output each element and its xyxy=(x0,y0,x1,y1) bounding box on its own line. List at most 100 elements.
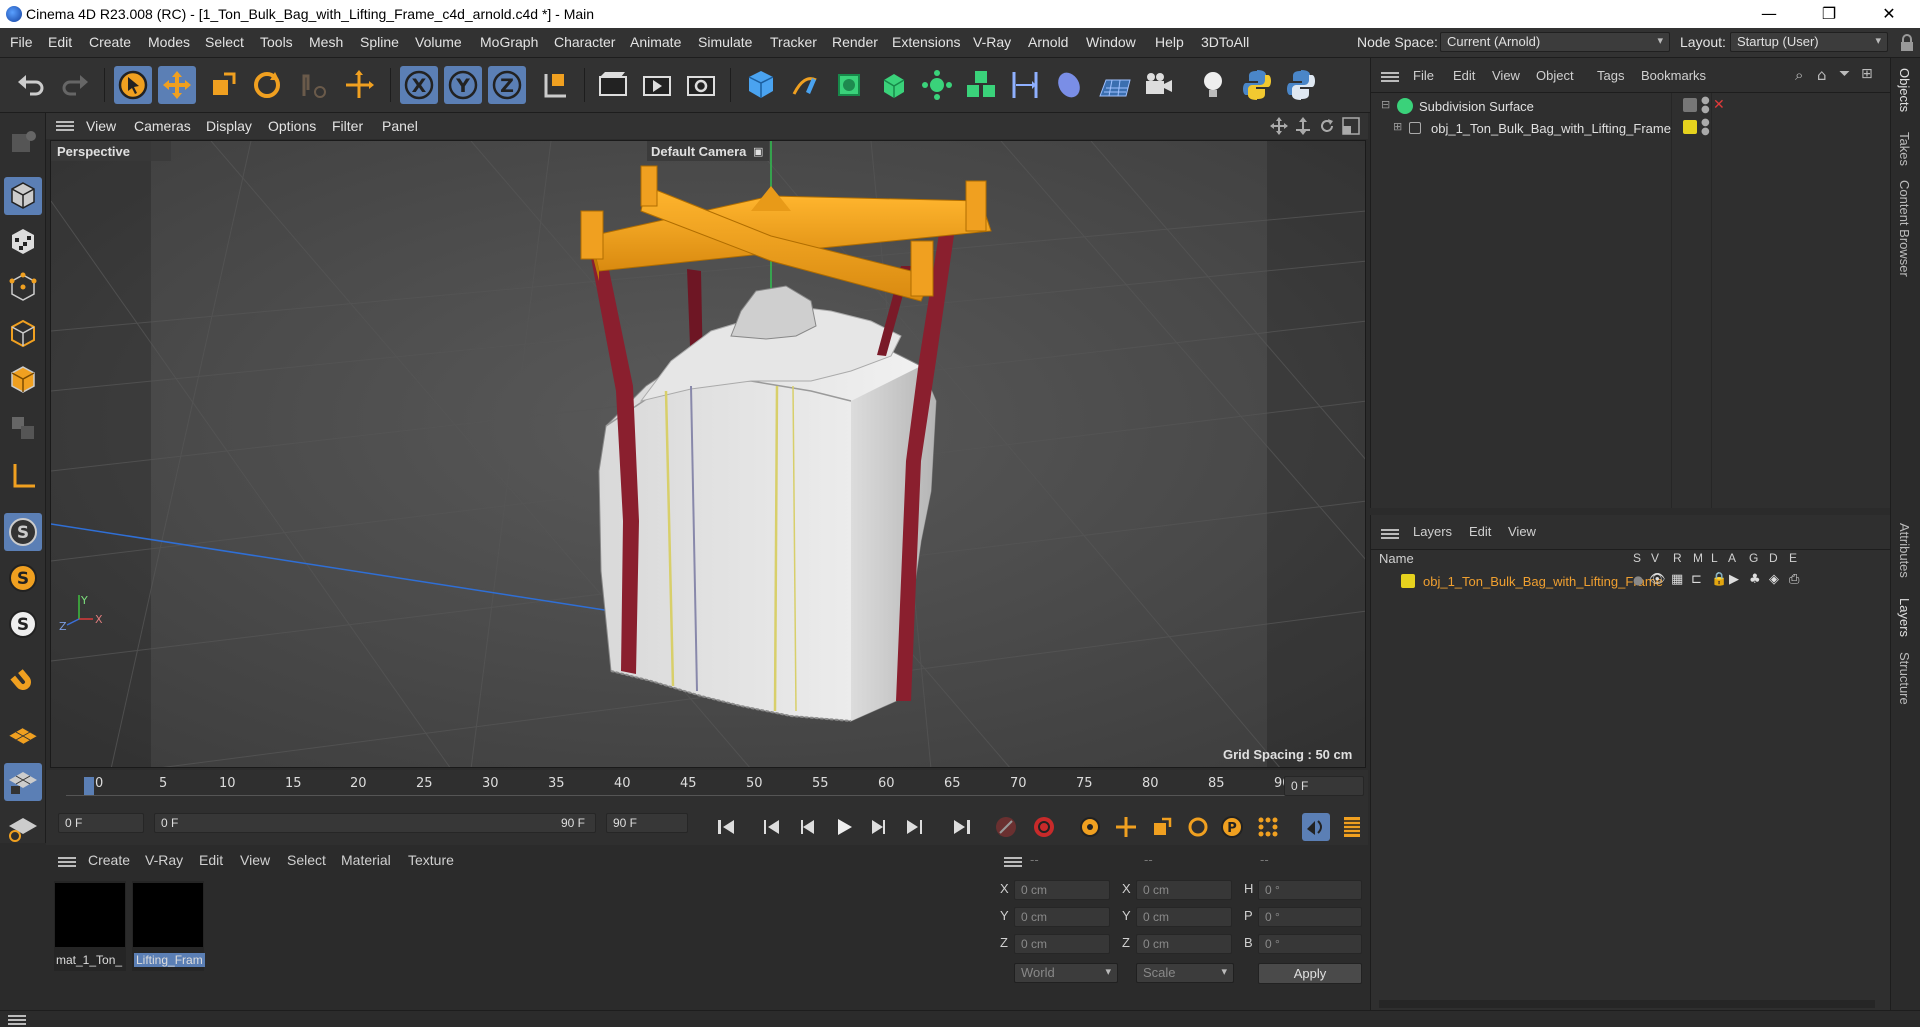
tree-row[interactable]: ⊞ obj_1_Ton_Bulk_Bag_with_Lifting_Frame … xyxy=(1375,118,1889,140)
render-view-icon[interactable] xyxy=(594,66,632,104)
key-position-icon[interactable] xyxy=(1112,813,1140,841)
position-x-field[interactable]: 0 cm xyxy=(1014,880,1110,900)
active-camera-label[interactable]: Default Camera xyxy=(651,144,746,159)
viewport-menu-icon[interactable] xyxy=(56,119,74,133)
extrude-icon[interactable] xyxy=(874,66,912,104)
rotation-p-field[interactable]: 0 ° xyxy=(1258,907,1362,927)
workplane-rotate-icon[interactable] xyxy=(4,809,42,847)
layout-lock-icon[interactable] xyxy=(1898,34,1916,52)
layer-color-tag[interactable] xyxy=(1683,120,1697,134)
material-menu-vray[interactable]: V-Ray xyxy=(145,852,183,868)
edges-mode-icon[interactable] xyxy=(4,315,42,353)
object-menu-view[interactable]: View xyxy=(1492,68,1520,83)
minimize-button[interactable]: — xyxy=(1746,2,1792,26)
pan-view-icon[interactable] xyxy=(1270,117,1288,135)
viewport-menu-panel[interactable]: Panel xyxy=(382,118,418,134)
tab-content-browser[interactable]: Content Browser xyxy=(1897,180,1912,277)
layer-menu-view[interactable]: View xyxy=(1508,524,1536,539)
animation-flag-icon[interactable]: ▶ xyxy=(1729,572,1739,587)
zoom-view-icon[interactable] xyxy=(1294,117,1312,135)
live-selection-icon[interactable] xyxy=(114,66,152,104)
menu-3dtoall[interactable]: 3DToAll xyxy=(1201,34,1249,50)
playhead-marker[interactable] xyxy=(84,777,94,795)
maximize-button[interactable]: ❐ xyxy=(1806,2,1852,26)
coordinate-system-icon[interactable] xyxy=(536,66,574,104)
end-frame-field[interactable]: 90 F xyxy=(606,813,688,833)
timeline-ruler[interactable]: 0 5 10 15 20 25 30 35 40 45 50 55 60 65 … xyxy=(66,774,1302,796)
tab-structure[interactable]: Structure xyxy=(1897,652,1912,705)
polygons-mode-icon[interactable] xyxy=(4,361,42,399)
visibility-dots-icon[interactable]: ● ● xyxy=(1701,118,1710,137)
field-icon[interactable] xyxy=(1050,66,1088,104)
layer-row[interactable]: obj_1_Ton_Bulk_Bag_with_Lifting_Frame ● … xyxy=(1375,571,1889,593)
viewport-menu-view[interactable]: View xyxy=(86,118,116,134)
python-script-icon[interactable] xyxy=(1238,66,1276,104)
pen-spline-icon[interactable] xyxy=(786,66,824,104)
layer-menu-edit[interactable]: Edit xyxy=(1469,524,1491,539)
solo-flag-icon[interactable]: ● xyxy=(1633,573,1643,587)
go-to-start-icon[interactable] xyxy=(712,813,740,841)
material-menu-view[interactable]: View xyxy=(240,852,270,868)
editor-visibility-toggle[interactable] xyxy=(1683,98,1697,112)
menu-simulate[interactable]: Simulate xyxy=(698,34,752,50)
menu-tools[interactable]: Tools xyxy=(260,34,293,50)
menu-create[interactable]: Create xyxy=(89,34,131,50)
menu-spline[interactable]: Spline xyxy=(360,34,399,50)
object-menu-object[interactable]: Object xyxy=(1536,68,1574,83)
render-to-picture-viewer-icon[interactable] xyxy=(638,66,676,104)
previous-frame-icon[interactable] xyxy=(794,813,822,841)
rotation-h-field[interactable]: 0 ° xyxy=(1258,880,1362,900)
light-icon[interactable] xyxy=(1194,66,1232,104)
new-window-icon[interactable]: ⊞ xyxy=(1861,66,1873,82)
viewport-menu-filter[interactable]: Filter xyxy=(332,118,363,134)
locked-workplane-icon[interactable] xyxy=(4,763,42,801)
rotation-b-field[interactable]: 0 ° xyxy=(1258,934,1362,954)
record-active-icon[interactable] xyxy=(992,813,1020,841)
menu-file[interactable]: File xyxy=(10,34,33,50)
next-key-icon[interactable] xyxy=(900,813,928,841)
collapse-icon[interactable]: ⊟ xyxy=(1381,98,1390,111)
rotate-view-icon[interactable] xyxy=(1318,117,1336,135)
go-to-end-icon[interactable] xyxy=(948,813,976,841)
perspective-viewport[interactable]: Perspective Default Camera ▣ Y X Z Grid … xyxy=(50,140,1366,768)
search-icon[interactable]: ⌕ xyxy=(1795,66,1803,84)
camera-icon[interactable] xyxy=(1140,66,1178,104)
frame-range-slider[interactable]: 0 F 90 F xyxy=(154,813,596,833)
start-frame-field[interactable]: 0 F xyxy=(58,813,144,833)
sound-preview-icon[interactable] xyxy=(1302,813,1330,841)
material-menu-icon[interactable] xyxy=(58,855,76,869)
tab-objects[interactable]: Objects xyxy=(1897,68,1912,112)
status-menu-icon[interactable] xyxy=(8,1013,26,1027)
size-y-field[interactable]: 0 cm xyxy=(1136,907,1232,927)
menu-modes[interactable]: Modes xyxy=(148,34,190,50)
undo-icon[interactable] xyxy=(12,66,50,104)
viewport-menu-display[interactable]: Display xyxy=(206,118,252,134)
object-manager-menu-icon[interactable] xyxy=(1381,70,1399,84)
previous-key-icon[interactable] xyxy=(758,813,786,841)
tree-row[interactable]: ⊟ Subdivision Surface ● ● ✕ xyxy=(1375,96,1889,118)
position-y-field[interactable]: 0 cm xyxy=(1014,907,1110,927)
menu-tracker[interactable]: Tracker xyxy=(770,34,817,50)
make-editable-icon[interactable] xyxy=(4,123,42,161)
home-icon[interactable]: ⌂ xyxy=(1817,66,1827,84)
expand-icon[interactable]: ⊞ xyxy=(1393,120,1402,133)
menu-vray[interactable]: V-Ray xyxy=(973,34,1011,50)
coordinate-mode-dropdown[interactable]: Scale ▾ xyxy=(1136,963,1234,983)
menu-character[interactable]: Character xyxy=(554,34,615,50)
recent-tools-icon[interactable] xyxy=(294,66,332,104)
expressions-flag-icon[interactable]: ⎙ xyxy=(1789,572,1799,587)
snap-icon[interactable]: S xyxy=(4,513,42,551)
viewport-menu-options[interactable]: Options xyxy=(268,118,316,134)
maximize-view-icon[interactable] xyxy=(1342,117,1360,135)
visibility-dots-icon[interactable]: ● ● xyxy=(1701,96,1710,115)
cube-object-icon[interactable] xyxy=(742,66,780,104)
coordinates-menu-icon[interactable] xyxy=(1004,855,1022,869)
close-button[interactable]: ✕ xyxy=(1866,2,1912,26)
filter-icon[interactable]: ⏷ xyxy=(1839,66,1850,82)
redo-icon[interactable] xyxy=(56,66,94,104)
menu-window[interactable]: Window xyxy=(1086,34,1136,50)
scale-tool-icon[interactable] xyxy=(204,66,242,104)
disabled-x-icon[interactable]: ✕ xyxy=(1713,97,1725,113)
auto-keying-icon[interactable] xyxy=(1030,813,1058,841)
python-plugin-icon[interactable] xyxy=(1282,66,1320,104)
